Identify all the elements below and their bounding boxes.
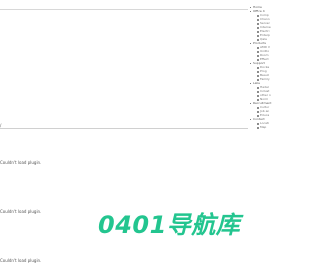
submenu-contact: Locati Map	[253, 121, 273, 129]
submenu-item[interactable]: Map	[257, 125, 273, 129]
site-logo[interactable]: 0401导航库	[98, 212, 246, 236]
nav-item-labs[interactable]: Labs Hadal Indust other n Norm	[248, 81, 273, 101]
nav-item-support[interactable]: Support Docke Prog Beaut Family	[248, 61, 273, 81]
page: Home Office 4 Comp Chann Server Interne …	[0, 0, 273, 273]
nav-item-contact[interactable]: Contact Locati Map	[248, 117, 273, 129]
plugin-error-message: Couldn't load plugin.	[0, 258, 42, 263]
submenu-products: AMD V UniDo Room Effect	[253, 45, 273, 61]
nav-item-products[interactable]: Products AMD V UniDo Room Effect	[248, 41, 273, 61]
top-divider	[0, 9, 248, 10]
submenu-office: Comp Chann Server Interne Electri Enterp…	[253, 13, 273, 41]
nav-menu: Home Office 4 Comp Chann Server Interne …	[248, 5, 273, 129]
logo-text: 0401导航库	[98, 212, 244, 236]
content-divider	[0, 128, 248, 129]
nav-item-office[interactable]: Office 4 Comp Chann Server Interne Elect…	[248, 9, 273, 41]
plugin-error-message: Couldn't load plugin.	[0, 209, 42, 214]
nav-item-recruitment[interactable]: Recruitment Cultur Job an Educa	[248, 101, 273, 117]
submenu-labs: Hadal Indust other n Norm	[253, 85, 273, 101]
submenu-support: Docke Prog Beaut Family	[253, 65, 273, 81]
submenu-recruitment: Cultur Job an Educa	[253, 105, 273, 117]
plugin-error-message: Couldn't load plugin.	[0, 160, 42, 165]
